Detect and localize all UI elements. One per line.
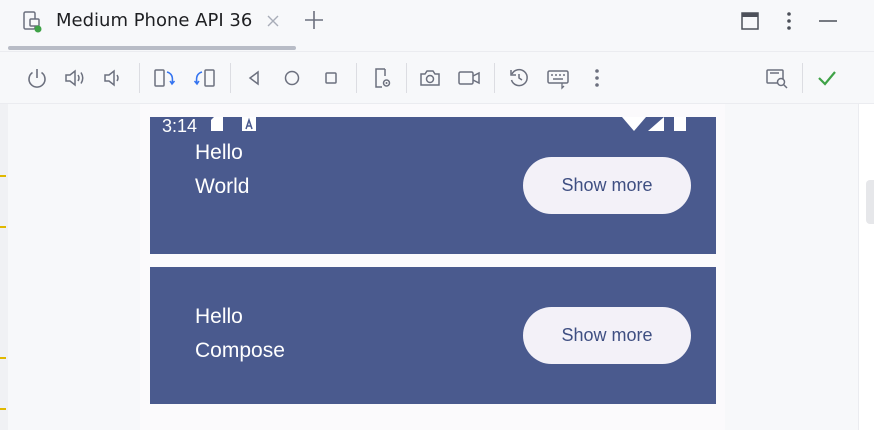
device-settings-icon[interactable] bbox=[370, 66, 394, 90]
text-a-icon bbox=[242, 117, 256, 131]
toolbar-separator bbox=[406, 63, 407, 93]
toolbar-separator bbox=[230, 63, 231, 93]
status-bar: 3:14 bbox=[150, 117, 716, 139]
rotate-right-icon[interactable] bbox=[192, 66, 216, 90]
greeting-line-1: Hello bbox=[195, 305, 243, 328]
gutter-marker bbox=[0, 357, 6, 359]
more-vertical-icon[interactable] bbox=[585, 66, 609, 90]
tab-label: Medium Phone API 36 bbox=[56, 10, 253, 31]
volume-up-icon[interactable] bbox=[63, 66, 87, 90]
rotate-left-icon[interactable] bbox=[153, 66, 177, 90]
device-explorer-icon[interactable] bbox=[765, 66, 789, 90]
wifi-icon bbox=[622, 117, 646, 131]
tab-bar: Medium Phone API 36 bbox=[0, 0, 874, 52]
checkmark-icon[interactable] bbox=[815, 66, 839, 90]
power-icon[interactable] bbox=[25, 66, 49, 90]
close-icon[interactable] bbox=[265, 11, 281, 31]
left-gutter bbox=[0, 104, 8, 430]
toolbar-separator bbox=[356, 63, 357, 93]
keyboard-icon[interactable] bbox=[546, 66, 570, 90]
greeting-card: Hello Compose Show more bbox=[150, 267, 716, 404]
greeting-line-1: Hello bbox=[195, 141, 243, 164]
battery-icon bbox=[674, 117, 686, 131]
device-mirroring-icon bbox=[23, 11, 42, 33]
show-more-button[interactable]: Show more bbox=[523, 307, 691, 364]
cellular-signal-icon bbox=[648, 117, 664, 131]
plus-icon[interactable] bbox=[303, 9, 325, 31]
toolbar-separator bbox=[802, 63, 803, 93]
device-screen[interactable]: Hello World Show more 3:14 Hello Compose… bbox=[140, 104, 725, 430]
status-time: 3:14 bbox=[162, 116, 198, 136]
toolbar-separator bbox=[139, 63, 140, 93]
right-gutter bbox=[858, 104, 874, 430]
sd-card-icon bbox=[211, 117, 223, 131]
maximize-window-icon[interactable] bbox=[739, 10, 761, 32]
home-icon[interactable] bbox=[280, 66, 304, 90]
overview-icon[interactable] bbox=[319, 66, 343, 90]
minimize-icon[interactable] bbox=[817, 10, 839, 32]
active-tab-indicator bbox=[8, 46, 296, 50]
video-record-icon[interactable] bbox=[457, 66, 481, 90]
greeting-line-2: World bbox=[195, 175, 250, 198]
greeting-line-2: Compose bbox=[195, 339, 285, 362]
side-panel-handle[interactable] bbox=[866, 180, 874, 224]
gutter-marker bbox=[0, 175, 6, 177]
volume-down-icon[interactable] bbox=[101, 66, 125, 90]
gutter-marker bbox=[0, 408, 6, 410]
toolbar-separator bbox=[494, 63, 495, 93]
more-vertical-icon[interactable] bbox=[778, 10, 800, 32]
back-icon[interactable] bbox=[242, 66, 266, 90]
camera-icon[interactable] bbox=[418, 66, 442, 90]
show-more-button[interactable]: Show more bbox=[523, 157, 691, 214]
gutter-marker bbox=[0, 226, 6, 228]
reset-icon[interactable] bbox=[507, 66, 531, 90]
